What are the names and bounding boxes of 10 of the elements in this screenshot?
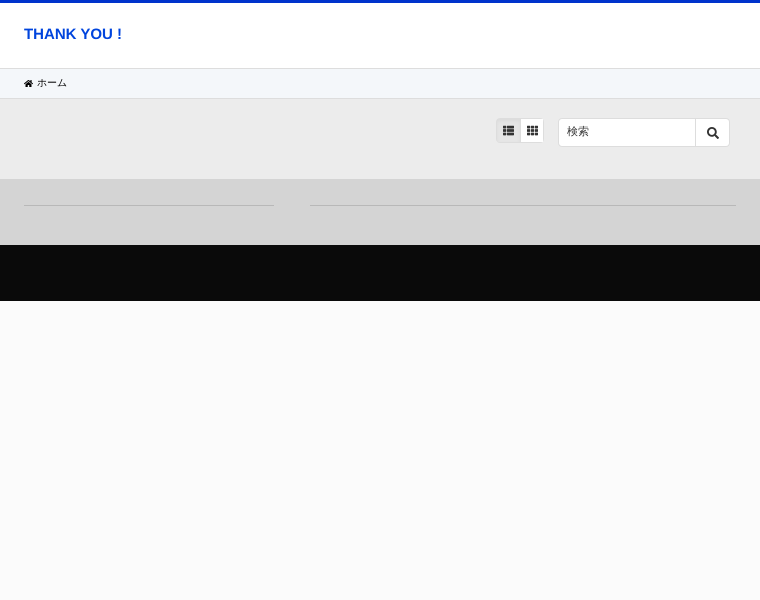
list-view-button[interactable]: [497, 119, 520, 142]
site-title[interactable]: THANK YOU !: [24, 24, 122, 47]
list-icon: [503, 125, 514, 136]
search-button[interactable]: [696, 118, 730, 147]
search-field[interactable]: 検索: [558, 118, 696, 147]
grid-icon: [526, 125, 538, 136]
grid-view-button[interactable]: [520, 119, 543, 142]
search-icon: [706, 126, 718, 138]
home-icon: [24, 79, 33, 88]
breadcrumb-link[interactable]: ホーム: [24, 76, 67, 91]
